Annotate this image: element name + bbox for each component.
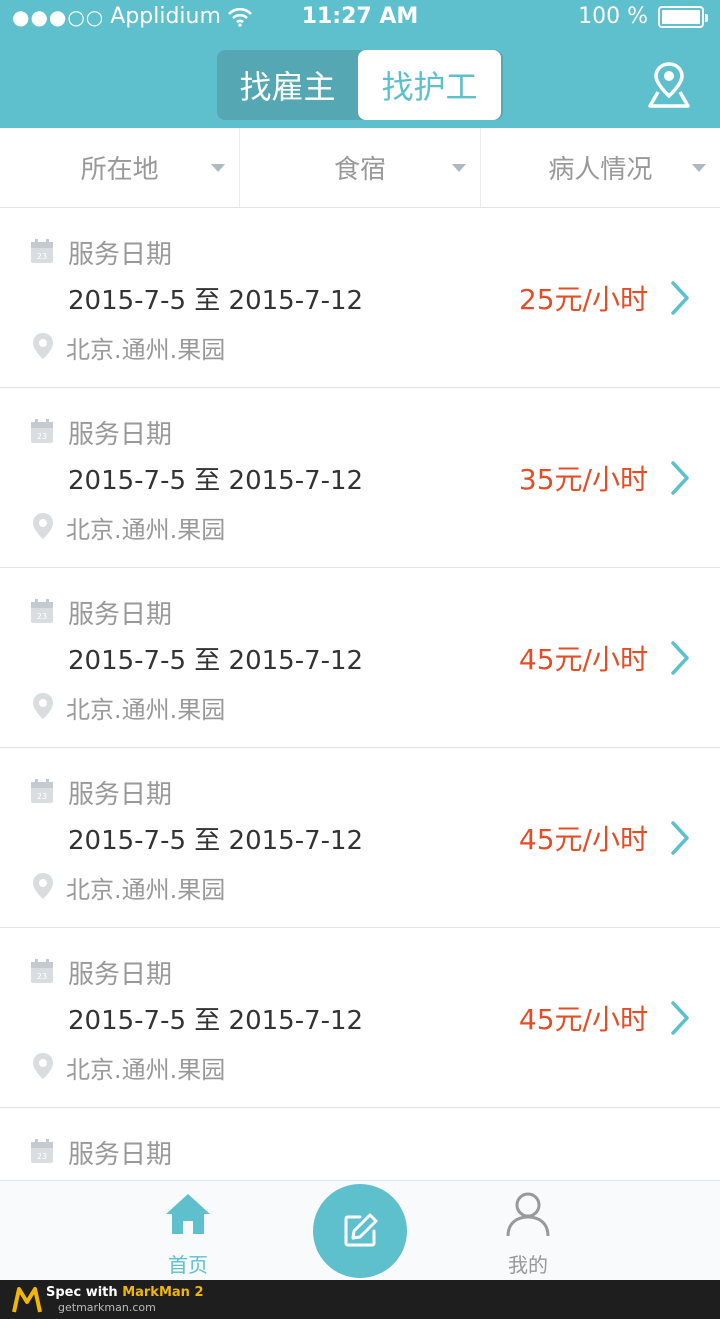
list-item[interactable]: 23 服务日期 2015-7-5 至 2015-7-12 北京.通州.果园 45… [0, 928, 720, 1108]
service-date-label: 服务日期 [68, 780, 173, 810]
list-item[interactable]: 23 服务日期 2015-7-5 至 2015-7-12 北京.通州.果园 45… [0, 748, 720, 928]
service-date-range: 2015-7-5 至 2015-7-12 [68, 646, 364, 676]
tab-home-label: 首页 [168, 1253, 208, 1277]
svg-text:23: 23 [37, 252, 47, 261]
status-bar: ●●●○○ Applidium 11:27 AM 100 % [0, 0, 720, 36]
location-pin-icon [33, 333, 53, 359]
list-item[interactable]: 23 服务日期 2015-7-5 至 2015-7-12 北京.通州.果园 35… [0, 388, 720, 568]
location-pin-icon [33, 873, 53, 899]
service-date-range: 2015-7-5 至 2015-7-12 [68, 1006, 364, 1036]
service-date-label: 服务日期 [68, 960, 173, 990]
filter-location-label: 所在地 [80, 155, 159, 185]
calendar-icon: 23 [31, 1139, 53, 1163]
filter-location[interactable]: 所在地 [0, 128, 239, 207]
chevron-right-icon [671, 641, 689, 675]
tab-mine-label: 我的 [508, 1253, 548, 1277]
calendar-icon: 23 [31, 959, 53, 983]
map-pin-icon[interactable] [646, 60, 692, 110]
calendar-icon: 23 [31, 599, 53, 623]
list-item[interactable]: 23 服务日期 2015-7-5 至 2015-7-12 北京.通州.果园 45… [0, 568, 720, 748]
location-pin-icon [33, 1053, 53, 1079]
caret-down-icon [211, 164, 226, 172]
job-list[interactable]: 23 服务日期 2015-7-5 至 2015-7-12 北京.通州.果园 25… [0, 208, 720, 1180]
hourly-price: 25元/小时 [518, 283, 648, 316]
markman-logo-icon [12, 1287, 42, 1313]
svg-text:23: 23 [37, 792, 47, 801]
brand-prefix: Spec with [46, 1285, 123, 1300]
edit-icon [344, 1213, 378, 1247]
service-date-label: 服务日期 [68, 240, 173, 270]
svg-text:23: 23 [37, 1152, 47, 1161]
location-pin-icon [33, 513, 53, 539]
calendar-icon: 23 [31, 779, 53, 803]
svg-text:23: 23 [37, 972, 47, 981]
svg-text:23: 23 [37, 612, 47, 621]
filter-bar: 所在地 食宿 病人情况 [0, 128, 720, 208]
caret-down-icon [691, 164, 706, 172]
service-date-range: 2015-7-5 至 2015-7-12 [68, 826, 364, 856]
service-date-label: 服务日期 [68, 420, 173, 450]
chevron-right-icon [671, 821, 689, 855]
filter-patient-condition[interactable]: 病人情况 [479, 128, 720, 207]
service-address: 北京.通州.果园 [66, 1056, 226, 1084]
service-date-label: 服务日期 [68, 600, 173, 630]
battery-percent: 100 % [578, 4, 648, 29]
segment-find-employer[interactable]: 找雇主 [217, 50, 358, 120]
battery-icon [658, 5, 708, 28]
calendar-icon: 23 [31, 419, 53, 443]
chevron-right-icon [671, 461, 689, 495]
tab-mine[interactable]: 我的 [468, 1191, 588, 1277]
header: ●●●○○ Applidium 11:27 AM 100 % 找雇主 找护工 [0, 0, 720, 128]
segment-find-caregiver[interactable]: 找护工 [358, 50, 501, 120]
hourly-price: 45元/小时 [518, 1003, 648, 1036]
service-address: 北京.通州.果园 [66, 696, 226, 724]
list-item[interactable]: 23 服务日期 [0, 1108, 720, 1180]
chevron-right-icon [671, 1001, 689, 1035]
hourly-price: 35元/小时 [518, 463, 648, 496]
service-address: 北京.通州.果园 [66, 516, 226, 544]
svg-text:23: 23 [37, 432, 47, 441]
chevron-right-icon [671, 281, 689, 315]
filter-patient-condition-label: 病人情况 [548, 155, 653, 185]
service-date-range: 2015-7-5 至 2015-7-12 [68, 286, 364, 316]
calendar-icon: 23 [31, 239, 53, 263]
service-date-label: 服务日期 [68, 1140, 173, 1170]
role-segmented-control: 找雇主 找护工 [217, 50, 503, 120]
markman-footer: Spec with MarkMan 2 getmarkman.com [0, 1280, 720, 1319]
list-item[interactable]: 23 服务日期 2015-7-5 至 2015-7-12 北京.通州.果园 25… [0, 208, 720, 388]
tab-home[interactable]: 首页 [128, 1191, 248, 1277]
home-icon [166, 1194, 210, 1234]
brand-name: MarkMan 2 [122, 1285, 204, 1300]
hourly-price: 45元/小时 [518, 823, 648, 856]
service-date-range: 2015-7-5 至 2015-7-12 [68, 466, 364, 496]
compose-button[interactable] [313, 1184, 407, 1278]
brand-url: getmarkman.com [58, 1301, 156, 1314]
service-address: 北京.通州.果园 [66, 876, 226, 904]
hourly-price: 45元/小时 [518, 643, 648, 676]
user-icon [506, 1192, 550, 1237]
filter-board-lodging-label: 食宿 [333, 155, 386, 185]
filter-board-lodging[interactable]: 食宿 [239, 128, 479, 207]
location-pin-icon [33, 693, 53, 719]
service-address: 北京.通州.果园 [66, 336, 226, 364]
caret-down-icon [451, 164, 466, 172]
